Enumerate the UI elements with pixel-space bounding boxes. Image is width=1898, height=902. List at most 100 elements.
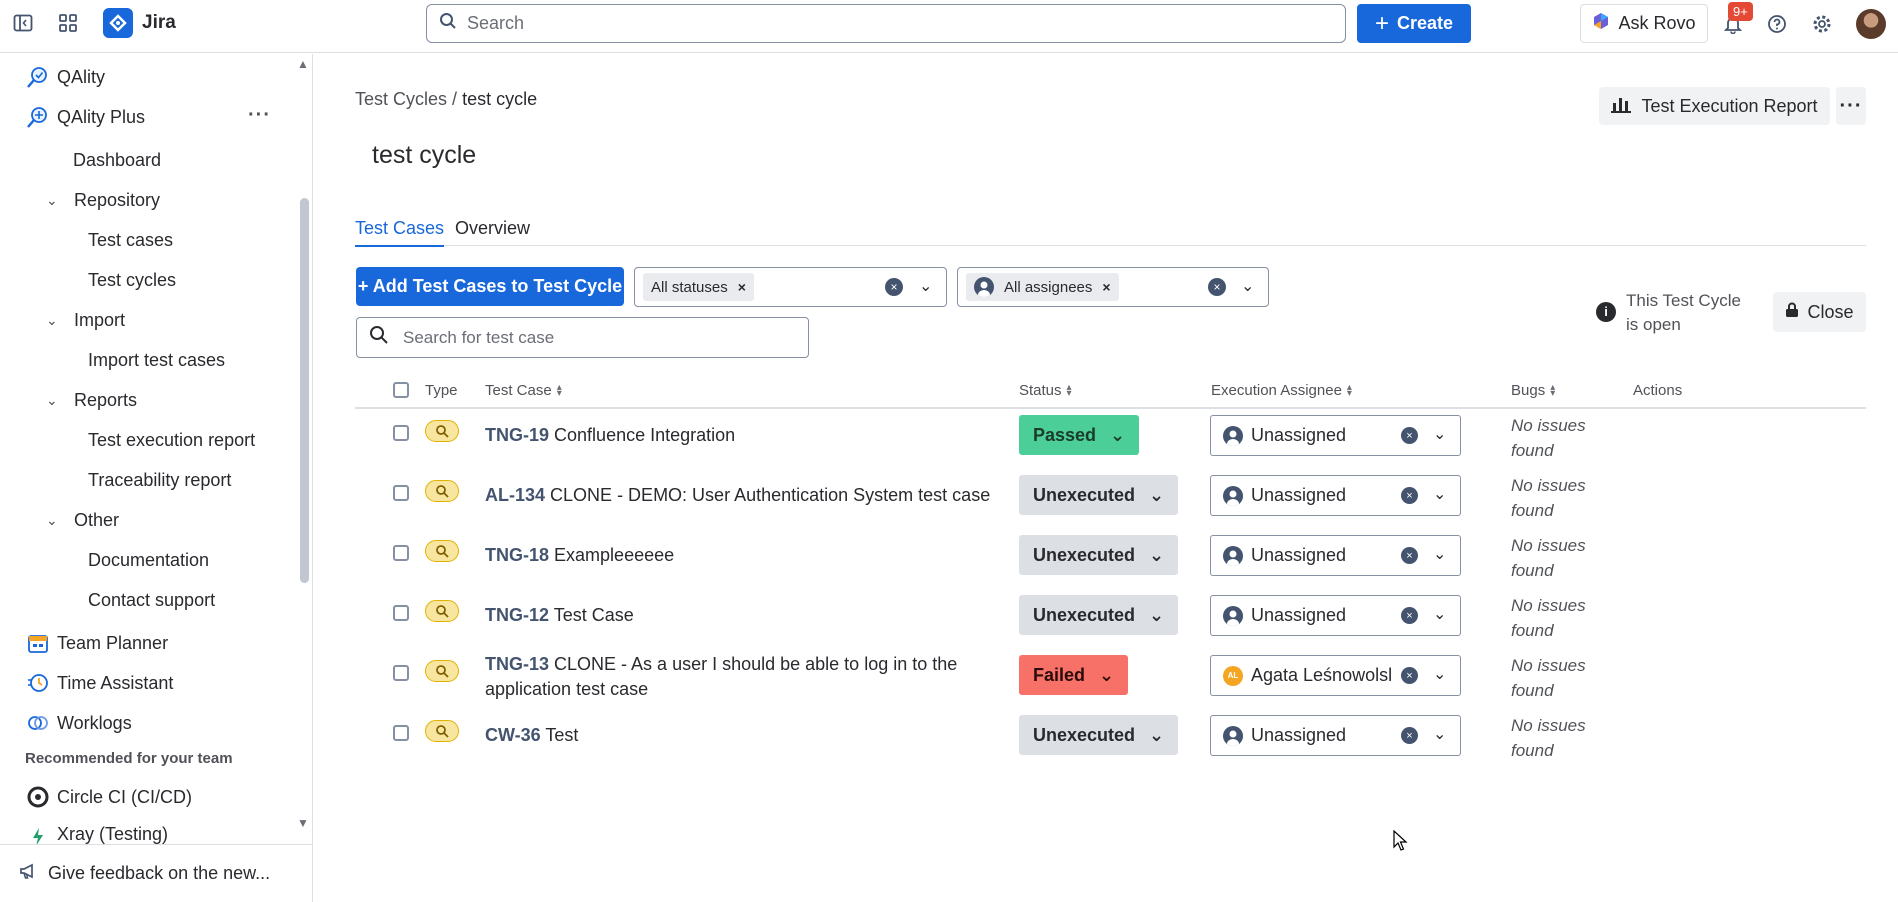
create-button[interactable]: + Create <box>1357 4 1471 43</box>
more-options-button[interactable]: ··· <box>1836 87 1866 125</box>
column-header-assignee[interactable]: Execution Assignee ▴ ▾ <box>1211 382 1352 399</box>
sidebar-item-qality[interactable]: QAlity <box>25 64 105 90</box>
assignee-select[interactable]: Unassigned × ⌄ <box>1210 595 1461 636</box>
help-icon[interactable] <box>1764 11 1790 37</box>
clear-icon[interactable]: × <box>1208 278 1226 296</box>
chevron-down-icon[interactable]: ⌄ <box>1241 276 1254 296</box>
test-case-type-icon <box>425 480 459 502</box>
page-title[interactable]: test cycle <box>372 141 476 170</box>
breadcrumb-link-test-cycles[interactable]: Test Cycles <box>355 89 447 109</box>
sidebar-scrollbar[interactable]: ▲ ▼ <box>296 54 313 844</box>
chip-remove-icon[interactable]: × <box>1102 279 1110 295</box>
test-case-link[interactable]: TNG-13 CLONE - As a user I should be abl… <box>485 652 965 702</box>
sidebar-item-traceability-report[interactable]: Traceability report <box>88 470 231 491</box>
chevron-down-icon[interactable]: ⌄ <box>1433 424 1446 444</box>
assignee-select[interactable]: AL Agata Leśnowolsl × ⌄ <box>1210 655 1461 696</box>
feedback-button[interactable]: Give feedback on the new... <box>0 844 312 902</box>
sidebar-item-qality-plus[interactable]: QAlity Plus <box>25 104 145 130</box>
scroll-thumb[interactable] <box>300 198 309 583</box>
status-dropdown[interactable]: Unexecuted ⌄ <box>1019 475 1179 515</box>
chevron-down-icon[interactable]: ⌄ <box>1433 544 1446 564</box>
sidebar-group-reports[interactable]: ⌄ Reports <box>46 390 137 411</box>
clear-icon[interactable]: × <box>1401 727 1418 744</box>
sidebar-item-xray[interactable]: Xray (Testing) <box>25 824 168 844</box>
sidebar-item-test-execution-report[interactable]: Test execution report <box>88 430 255 451</box>
assignee-select[interactable]: Unassigned × ⌄ <box>1210 415 1461 456</box>
jira-logo-icon[interactable] <box>103 8 133 38</box>
sidebar-item-worklogs[interactable]: Worklogs <box>25 710 132 736</box>
sidebar-group-other[interactable]: ⌄ Other <box>46 510 119 531</box>
close-cycle-button[interactable]: Close <box>1773 292 1866 332</box>
clear-icon[interactable]: × <box>1401 667 1418 684</box>
chevron-down-icon: ⌄ <box>1149 604 1165 625</box>
breadcrumb: Test Cycles / test cycle <box>355 89 537 110</box>
tab-overview[interactable]: Overview <box>455 218 530 245</box>
status-dropdown[interactable]: Failed ⌄ <box>1019 655 1129 695</box>
sidebar-item-time-assistant[interactable]: Time Assistant <box>25 670 173 696</box>
row-checkbox[interactable] <box>393 425 409 441</box>
row-checkbox[interactable] <box>393 605 409 621</box>
ask-rovo-button[interactable]: Ask Rovo <box>1580 4 1708 43</box>
sidebar-item-contact-support[interactable]: Contact support <box>88 590 215 611</box>
sidebar-item-import-test-cases[interactable]: Import test cases <box>88 350 225 371</box>
sidebar-group-repository[interactable]: ⌄ Repository <box>46 190 160 211</box>
select-all-checkbox[interactable] <box>393 382 409 398</box>
scroll-up-arrow-icon[interactable]: ▲ <box>297 57 309 71</box>
app-name[interactable]: Jira <box>142 12 176 34</box>
scroll-down-arrow-icon[interactable]: ▼ <box>297 816 309 830</box>
clear-icon[interactable]: × <box>1401 607 1418 624</box>
tab-test-cases[interactable]: Test Cases <box>355 218 445 247</box>
assignee-filter-chip[interactable]: All assignees × <box>966 273 1119 301</box>
clear-icon[interactable]: × <box>1401 487 1418 504</box>
status-dropdown[interactable]: Passed ⌄ <box>1019 415 1140 455</box>
column-header-bugs[interactable]: Bugs ▴ ▾ <box>1511 382 1555 399</box>
test-case-link[interactable]: TNG-12 Test Case <box>485 603 965 628</box>
clear-icon[interactable]: × <box>1401 427 1418 444</box>
app-switcher-icon[interactable] <box>55 10 81 36</box>
chip-remove-icon[interactable]: × <box>738 279 746 295</box>
test-case-link[interactable]: CW-36 Test <box>485 723 965 748</box>
test-execution-report-button[interactable]: Test Execution Report <box>1599 87 1830 125</box>
add-test-cases-button[interactable]: + Add Test Cases to Test Cycle <box>356 267 624 306</box>
chevron-down-icon[interactable]: ⌄ <box>1433 724 1446 744</box>
more-actions-icon[interactable]: ··· <box>248 104 271 127</box>
assignee-filter-select[interactable]: All assignees × × ⌄ <box>957 267 1269 307</box>
test-case-link[interactable]: AL-134 CLONE - DEMO: User Authentication… <box>485 483 1005 508</box>
chevron-down-icon[interactable]: ⌄ <box>1433 604 1446 624</box>
test-case-search-input[interactable] <box>403 327 783 348</box>
clear-icon[interactable]: × <box>1401 547 1418 564</box>
assignee-select[interactable]: Unassigned × ⌄ <box>1210 535 1461 576</box>
status-dropdown[interactable]: Unexecuted ⌄ <box>1019 715 1179 755</box>
sidebar-group-import[interactable]: ⌄ Import <box>46 310 125 331</box>
sidebar-item-team-planner[interactable]: Team Planner <box>25 630 168 656</box>
test-case-link[interactable]: TNG-19 Confluence Integration <box>485 423 965 448</box>
chevron-down-icon[interactable]: ⌄ <box>1433 664 1446 684</box>
status-filter-chip[interactable]: All statuses × <box>643 273 754 301</box>
column-header-status[interactable]: Status ▴ ▾ <box>1019 382 1072 399</box>
test-case-search[interactable] <box>356 317 809 358</box>
sidebar-toggle-icon[interactable] <box>10 10 36 36</box>
status-dropdown[interactable]: Unexecuted ⌄ <box>1019 535 1179 575</box>
sidebar-item-circle-ci[interactable]: Circle CI (CI/CD) <box>25 784 192 810</box>
chevron-down-icon[interactable]: ⌄ <box>1433 484 1446 504</box>
row-checkbox[interactable] <box>393 485 409 501</box>
clear-icon[interactable]: × <box>885 278 903 296</box>
test-case-link[interactable]: TNG-18 Exampleeeeee <box>485 543 965 568</box>
global-search-input[interactable] <box>467 13 1317 34</box>
column-header-test-case[interactable]: Test Case ▴ ▾ <box>485 382 562 399</box>
user-avatar[interactable] <box>1856 9 1886 39</box>
assignee-select[interactable]: Unassigned × ⌄ <box>1210 715 1461 756</box>
status-filter-select[interactable]: All statuses × × ⌄ <box>634 267 947 307</box>
settings-gear-icon[interactable] <box>1809 11 1835 37</box>
chevron-down-icon[interactable]: ⌄ <box>919 276 932 296</box>
sidebar-item-test-cycles[interactable]: Test cycles <box>88 270 176 291</box>
sidebar-item-test-cases[interactable]: Test cases <box>88 230 173 251</box>
assignee-select[interactable]: Unassigned × ⌄ <box>1210 475 1461 516</box>
row-checkbox[interactable] <box>393 725 409 741</box>
row-checkbox[interactable] <box>393 665 409 681</box>
row-checkbox[interactable] <box>393 545 409 561</box>
sidebar-item-documentation[interactable]: Documentation <box>88 550 209 571</box>
global-search[interactable] <box>426 4 1346 43</box>
status-dropdown[interactable]: Unexecuted ⌄ <box>1019 595 1179 635</box>
sidebar-item-dashboard[interactable]: Dashboard <box>73 150 161 171</box>
